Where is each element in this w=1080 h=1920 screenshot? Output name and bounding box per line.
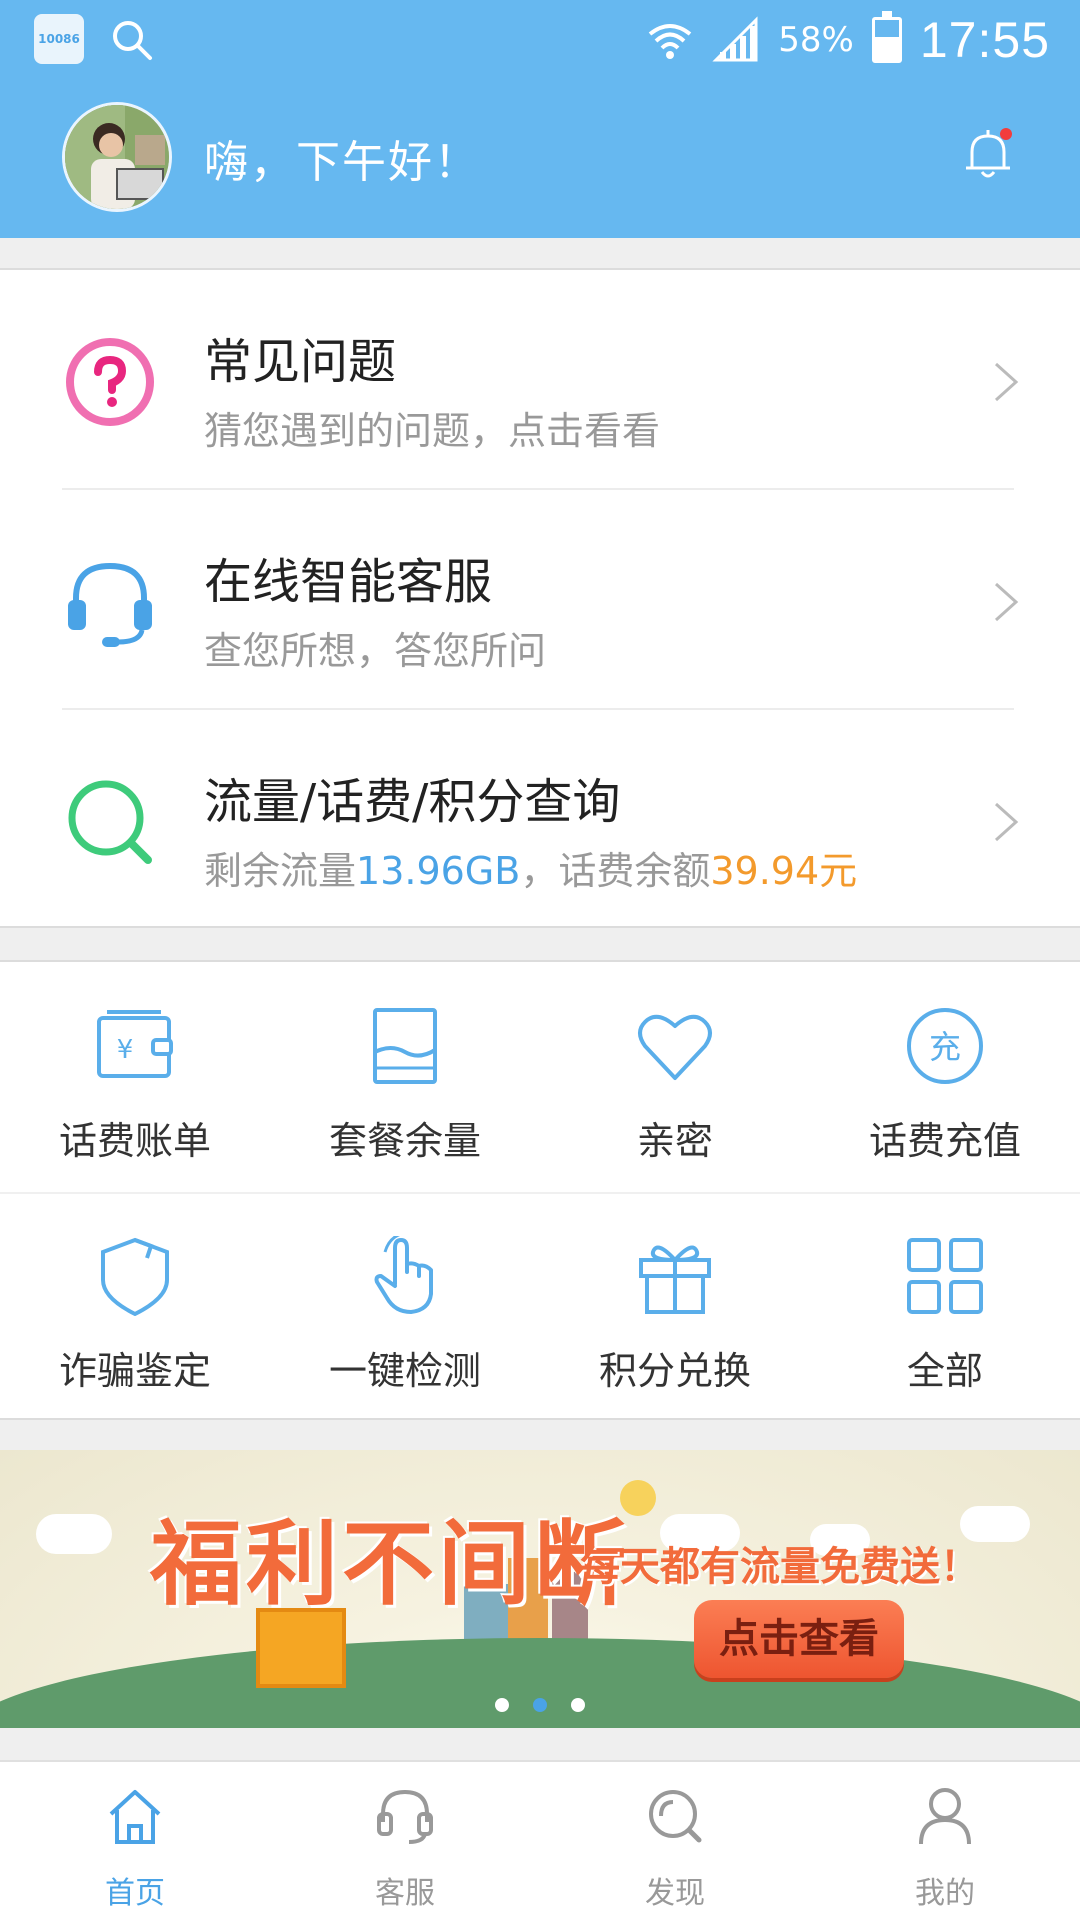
- grid-label: 全部: [906, 1349, 983, 1393]
- tab-label: 客服: [375, 1876, 435, 1911]
- app-notification-icon: 10086: [34, 14, 84, 64]
- list-item-online-service[interactable]: 在线智能客服 查您所想，答您所问: [0, 490, 1080, 708]
- chevron-right-icon: [994, 582, 1019, 622]
- svg-text:¥: ¥: [117, 1035, 134, 1065]
- tab-profile[interactable]: 我的: [810, 1762, 1080, 1920]
- package-balance-icon: [373, 1008, 437, 1084]
- tab-label: 我的: [915, 1876, 975, 1911]
- app-header: 10086 58% 17:55 嗨，下午好！: [0, 0, 1080, 238]
- carousel-dot[interactable]: [571, 1698, 585, 1712]
- faq-subtitle: 猜您遇到的问题，点击看看: [204, 409, 661, 453]
- notification-bell-icon[interactable]: [958, 124, 1018, 184]
- balance-value: 39.94元: [710, 849, 858, 893]
- gift-icon: [639, 1245, 711, 1314]
- list-item-faq[interactable]: 常见问题 猜您遇到的问题，点击看看: [0, 270, 1080, 488]
- online-service-subtitle: 查您所想，答您所问: [204, 629, 547, 673]
- banner-slogan: 每天都有流量免费送！: [580, 1544, 980, 1590]
- grid-label: 话费充值: [868, 1119, 1021, 1163]
- tap-finger-icon: [374, 1236, 433, 1314]
- usage-query-title: 流量/话费/积分查询: [204, 774, 621, 830]
- headset-icon: [377, 1789, 433, 1844]
- carousel-dot[interactable]: [495, 1698, 509, 1712]
- chevron-right-icon: [994, 362, 1019, 402]
- question-circle-icon: [66, 338, 154, 426]
- user-icon: [919, 1788, 971, 1845]
- grid-label: 积分兑换: [598, 1349, 751, 1393]
- bottom-tab-bar: 首页 客服 发现 我的: [0, 1760, 1080, 1920]
- carousel-indicator: [0, 1698, 1080, 1712]
- grid-label: 一键检测: [328, 1349, 481, 1393]
- grid-label: 话费账单: [58, 1119, 211, 1163]
- hill-decoration: [0, 1638, 1080, 1728]
- grid-label: 亲密: [636, 1119, 713, 1163]
- quick-menu-list: 常见问题 猜您遇到的问题，点击看看 在线智能客服 查您所想，答您所问 流量/话费…: [0, 268, 1080, 928]
- list-item-usage-query[interactable]: 流量/话费/积分查询 剩余流量13.96GB，话费余额39.94元: [0, 710, 1080, 928]
- grid-label: 套餐余量: [328, 1119, 481, 1163]
- grid-item-recharge[interactable]: 充 话费充值: [810, 962, 1080, 1190]
- tab-discover[interactable]: 发现: [540, 1762, 810, 1920]
- wifi-icon: [649, 24, 692, 59]
- tab-home[interactable]: 首页: [0, 1762, 270, 1920]
- heart-icon: [638, 1014, 712, 1080]
- shield-icon: [101, 1237, 169, 1316]
- greeting-row: 嗨，下午好！: [0, 98, 1080, 216]
- recharge-icon: 充: [907, 1008, 983, 1084]
- battery-percent: 58%: [778, 20, 854, 60]
- avatar[interactable]: [62, 102, 172, 212]
- grid-item-intimate[interactable]: 亲密: [540, 962, 810, 1190]
- clock: 17:55: [919, 12, 1050, 68]
- faq-title: 常见问题: [204, 334, 397, 390]
- service-grid: ¥ 话费账单 套餐余量 亲密 充 话费充值 诈骗鉴定 一键检测 积分兑换 全部: [0, 960, 1080, 1420]
- grid-label: 诈骗鉴定: [58, 1349, 211, 1393]
- usage-query-subtitle: 剩余流量13.96GB，话费余额39.94元: [204, 840, 857, 895]
- grid-item-package[interactable]: 套餐余量: [270, 962, 540, 1190]
- battery-level-fill: [874, 36, 899, 60]
- signal-icon: [712, 16, 758, 62]
- grid-all-icon: [907, 1238, 983, 1314]
- bill-wallet-icon: ¥: [97, 1010, 173, 1078]
- tab-label: 发现: [645, 1876, 705, 1911]
- battery-icon: [871, 11, 902, 63]
- grid-item-bill[interactable]: ¥ 话费账单: [0, 962, 270, 1190]
- chevron-right-icon: [994, 802, 1019, 842]
- grid-item-points-exchange[interactable]: 积分兑换: [540, 1192, 810, 1420]
- grid-item-one-click-check[interactable]: 一键检测: [270, 1192, 540, 1420]
- avatar-photo: [65, 105, 169, 209]
- search-icon: [68, 780, 152, 864]
- banner-cta-button[interactable]: 点击查看: [694, 1600, 904, 1678]
- cloud-decoration: [36, 1514, 112, 1554]
- remaining-data-value: 13.96GB: [356, 849, 521, 893]
- online-service-title: 在线智能客服: [204, 554, 493, 610]
- home-icon: [109, 1790, 161, 1844]
- tab-label: 首页: [105, 1876, 165, 1911]
- search-icon: [113, 21, 152, 60]
- headset-icon: [68, 562, 152, 647]
- notification-dot: [1000, 128, 1012, 140]
- grid-item-fraud-check[interactable]: 诈骗鉴定: [0, 1192, 270, 1420]
- greeting-text: 嗨，下午好！: [204, 137, 480, 188]
- carousel-dot-active[interactable]: [533, 1698, 547, 1712]
- svg-text:充: 充: [929, 1028, 961, 1066]
- tab-service[interactable]: 客服: [270, 1762, 540, 1920]
- usage-prefix: 剩余流量: [204, 849, 357, 893]
- usage-middle: ，话费余额: [520, 849, 711, 893]
- grid-item-all[interactable]: 全部: [810, 1192, 1080, 1420]
- status-bar: 10086 58% 17:55: [0, 0, 1080, 80]
- promo-banner[interactable]: 福利不间断 每天都有流量免费送！ 点击查看: [0, 1450, 1080, 1728]
- discover-icon: [649, 1790, 702, 1843]
- banner-title: 福利不间断: [150, 1510, 631, 1618]
